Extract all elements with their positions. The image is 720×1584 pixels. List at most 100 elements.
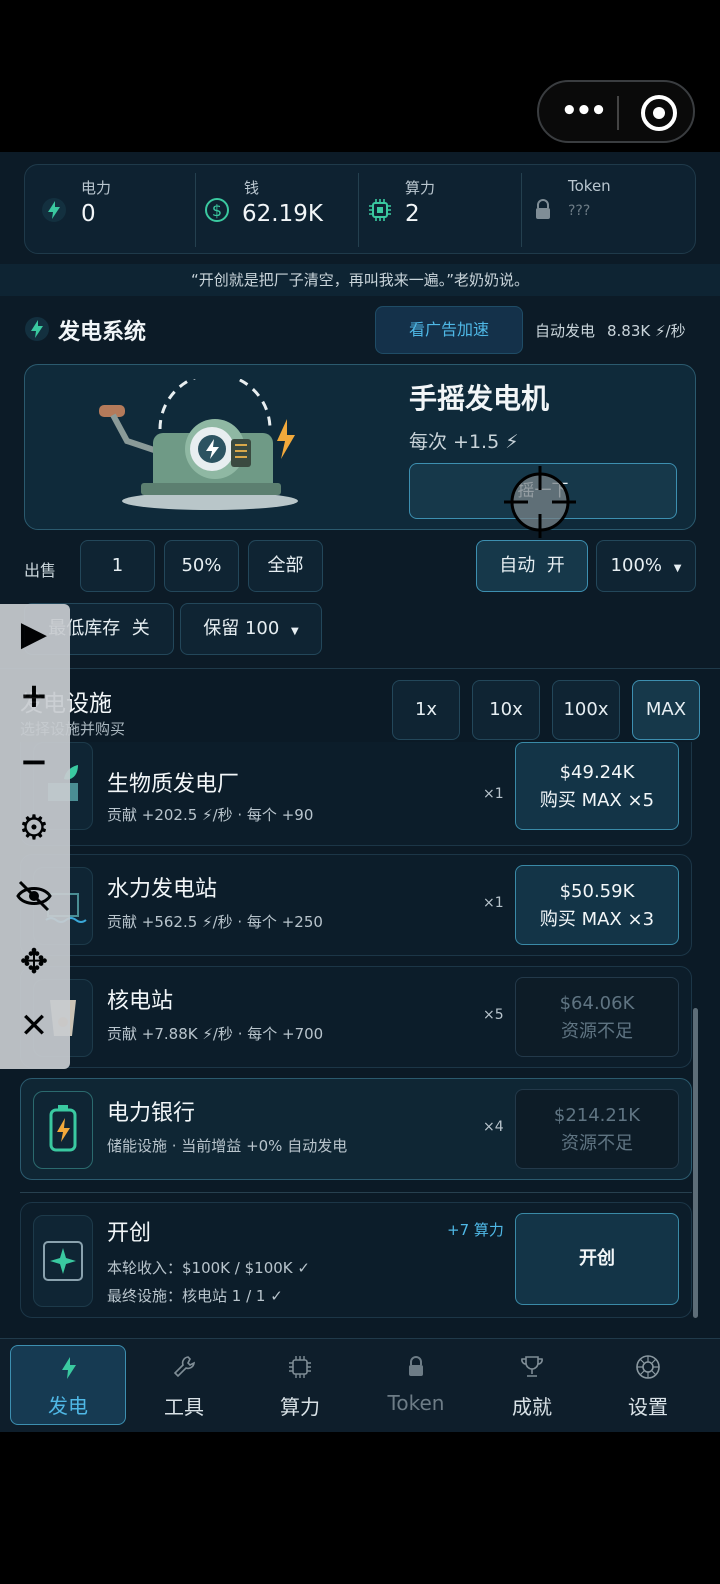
generator-name: 手摇发电机 bbox=[409, 382, 550, 415]
miniprogram-capsule: ••• bbox=[537, 80, 695, 143]
divider bbox=[20, 1192, 692, 1193]
quote-banner: “开创就是把厂子清空，再叫我来一遍。”老奶奶说。 bbox=[0, 264, 720, 296]
bolt-icon bbox=[62, 1357, 76, 1379]
select-value: 100% bbox=[610, 555, 663, 576]
bottom-nav: 发电 工具 算力 Token 成就 设置 bbox=[0, 1338, 720, 1432]
stat-label: Token bbox=[568, 177, 611, 195]
nav-tab-compute[interactable]: 算力 bbox=[242, 1339, 358, 1433]
stats-bar: 电力 0 $ 钱 62.19K 算力 2 Token ??? bbox=[24, 164, 696, 254]
gear-icon[interactable]: ⚙ bbox=[14, 808, 54, 848]
nav-label: 工具 bbox=[164, 1395, 204, 1419]
multiplier-max[interactable]: MAX bbox=[632, 680, 700, 740]
stat-value: ??? bbox=[568, 203, 591, 219]
pioneer-reward: +7 算力 bbox=[447, 1221, 504, 1239]
chip-icon bbox=[369, 199, 391, 221]
battery-icon bbox=[33, 1091, 93, 1169]
multiplier-1x[interactable]: 1x bbox=[392, 680, 460, 740]
select-value: 保留 100 bbox=[203, 618, 280, 639]
facility-card-power-bank: 电力银行 储能设施 · 当前增益 +0% 自动发电 ×4 $214.21K 资源… bbox=[20, 1078, 692, 1180]
chip-icon bbox=[289, 1356, 311, 1378]
dropdown-caret-icon: ▼ bbox=[673, 563, 682, 574]
scrollbar[interactable] bbox=[693, 1008, 698, 1318]
buy-action: 资源不足 bbox=[561, 1021, 633, 1042]
price: $49.24K bbox=[559, 762, 635, 783]
capsule-divider bbox=[617, 96, 619, 130]
stat-compute: 算力 2 bbox=[359, 165, 521, 253]
hand-crank-generator-image bbox=[99, 379, 298, 510]
section-title: 发电系统 bbox=[58, 320, 147, 345]
buy-biomass-button[interactable]: $49.24K 购买 MAX ×5 bbox=[515, 742, 679, 830]
sell-1-button[interactable]: 1 bbox=[80, 540, 155, 592]
pioneer-condition-income: 本轮收入：$100K / $100K ✓ bbox=[107, 1259, 310, 1277]
nav-label: 发电 bbox=[48, 1394, 88, 1418]
stat-value: 62.19K bbox=[242, 201, 323, 227]
facility-stats: 贡献 +7.88K ⚡/秒 · 每个 +700 bbox=[107, 1025, 324, 1043]
facility-name: 电力银行 bbox=[107, 1101, 196, 1126]
zoom-out-icon[interactable]: − bbox=[14, 742, 54, 782]
facility-card-biomass: 生物质发电厂 贡献 +202.5 ⚡/秒 · 每个 +90 ×1 $49.24K… bbox=[20, 742, 692, 846]
facility-stats: 贡献 +202.5 ⚡/秒 · 每个 +90 bbox=[107, 806, 314, 824]
pioneer-button[interactable]: 开创 bbox=[515, 1213, 679, 1305]
pioneer-condition-facility: 最终设施：核电站 1 / 1 ✓ bbox=[107, 1287, 283, 1305]
price: $214.21K bbox=[553, 1105, 641, 1126]
nav-tab-tools[interactable]: 工具 bbox=[126, 1339, 242, 1433]
stat-label: 钱 bbox=[244, 179, 260, 197]
nav-label: 成就 bbox=[512, 1395, 552, 1419]
stat-token: Token ??? bbox=[522, 165, 696, 253]
auto-sell-toggle[interactable]: 自动 开 bbox=[476, 540, 588, 592]
bolt-icon bbox=[25, 317, 49, 341]
buy-hydro-button[interactable]: $50.59K 购买 MAX ×3 bbox=[515, 865, 679, 945]
facility-count: ×4 bbox=[483, 1119, 504, 1135]
buy-action: 购买 MAX ×3 bbox=[539, 909, 655, 930]
multiplier-100x[interactable]: 100x bbox=[552, 680, 620, 740]
generator-card: 手摇发电机 每次 +1.5 ⚡ 摇一下 bbox=[24, 364, 696, 530]
facility-count: ×1 bbox=[483, 786, 504, 802]
sell-50pct-button[interactable]: 50% bbox=[164, 540, 239, 592]
auto-gen-rate: 8.83K ⚡/秒 bbox=[607, 322, 686, 340]
close-icon[interactable]: ✕ bbox=[14, 1006, 54, 1046]
pioneer-title: 开创 bbox=[107, 1221, 152, 1246]
svg-text:$: $ bbox=[212, 201, 222, 220]
stat-power: 电力 0 bbox=[25, 165, 195, 253]
crosshair-cursor-icon bbox=[504, 466, 576, 538]
buy-action: 资源不足 bbox=[561, 1133, 633, 1154]
stat-value: 0 bbox=[81, 201, 96, 227]
sell-percent-select[interactable]: 100% ▼ bbox=[596, 540, 696, 592]
zoom-in-icon[interactable]: + bbox=[14, 676, 54, 716]
price: $64.06K bbox=[559, 993, 635, 1014]
stat-label: 算力 bbox=[405, 179, 436, 197]
pioneer-card: 开创 +7 算力 本轮收入：$100K / $100K ✓ 最终设施：核电站 1… bbox=[20, 1202, 692, 1318]
sell-all-button[interactable]: 全部 bbox=[248, 540, 323, 592]
close-target-icon[interactable] bbox=[641, 95, 677, 131]
more-icon[interactable]: ••• bbox=[561, 96, 607, 126]
hide-icon[interactable] bbox=[14, 876, 54, 916]
keep-amount-select[interactable]: 保留 100 ▼ bbox=[180, 603, 322, 655]
nav-tab-power[interactable]: 发电 bbox=[10, 1345, 126, 1425]
facility-card-nuclear: 核电站 贡献 +7.88K ⚡/秒 · 每个 +700 ×5 $64.06K 资… bbox=[20, 966, 692, 1068]
facility-card-hydro: 水力发电站 贡献 +562.5 ⚡/秒 · 每个 +250 ×1 $50.59K… bbox=[20, 854, 692, 956]
wrench-icon bbox=[173, 1356, 195, 1378]
stat-money: $ 钱 62.19K bbox=[196, 165, 358, 253]
facility-name: 核电站 bbox=[107, 989, 174, 1014]
nav-tab-token[interactable]: Token bbox=[358, 1339, 474, 1433]
buy-nuclear-button[interactable]: $64.06K 资源不足 bbox=[515, 977, 679, 1057]
play-icon[interactable]: ▶ bbox=[14, 614, 54, 654]
nav-label: 算力 bbox=[280, 1395, 320, 1419]
nav-tab-achievements[interactable]: 成就 bbox=[474, 1339, 590, 1433]
nav-label: Token bbox=[387, 1391, 445, 1415]
multiplier-10x[interactable]: 10x bbox=[472, 680, 540, 740]
facility-name: 生物质发电厂 bbox=[107, 772, 240, 797]
buy-power-bank-button[interactable]: $214.21K 资源不足 bbox=[515, 1089, 679, 1169]
dropdown-caret-icon: ▼ bbox=[291, 626, 299, 637]
stat-label: 电力 bbox=[81, 179, 112, 197]
nav-tab-settings[interactable]: 设置 bbox=[590, 1339, 706, 1433]
sell-label: 出售 bbox=[24, 561, 57, 580]
facility-stats: 储能设施 · 当前增益 +0% 自动发电 bbox=[107, 1137, 348, 1155]
bolt-icon bbox=[42, 198, 66, 222]
per-click-yield: 每次 +1.5 ⚡ bbox=[409, 431, 519, 453]
buy-action: 购买 MAX ×5 bbox=[539, 790, 655, 811]
move-icon[interactable]: ✥ bbox=[14, 942, 54, 982]
floating-toolbar: ▶ + − ⚙ ✥ ✕ bbox=[0, 604, 70, 1069]
watch-ad-button[interactable]: 看广告加速 bbox=[375, 306, 523, 354]
facility-count: ×1 bbox=[483, 895, 504, 911]
